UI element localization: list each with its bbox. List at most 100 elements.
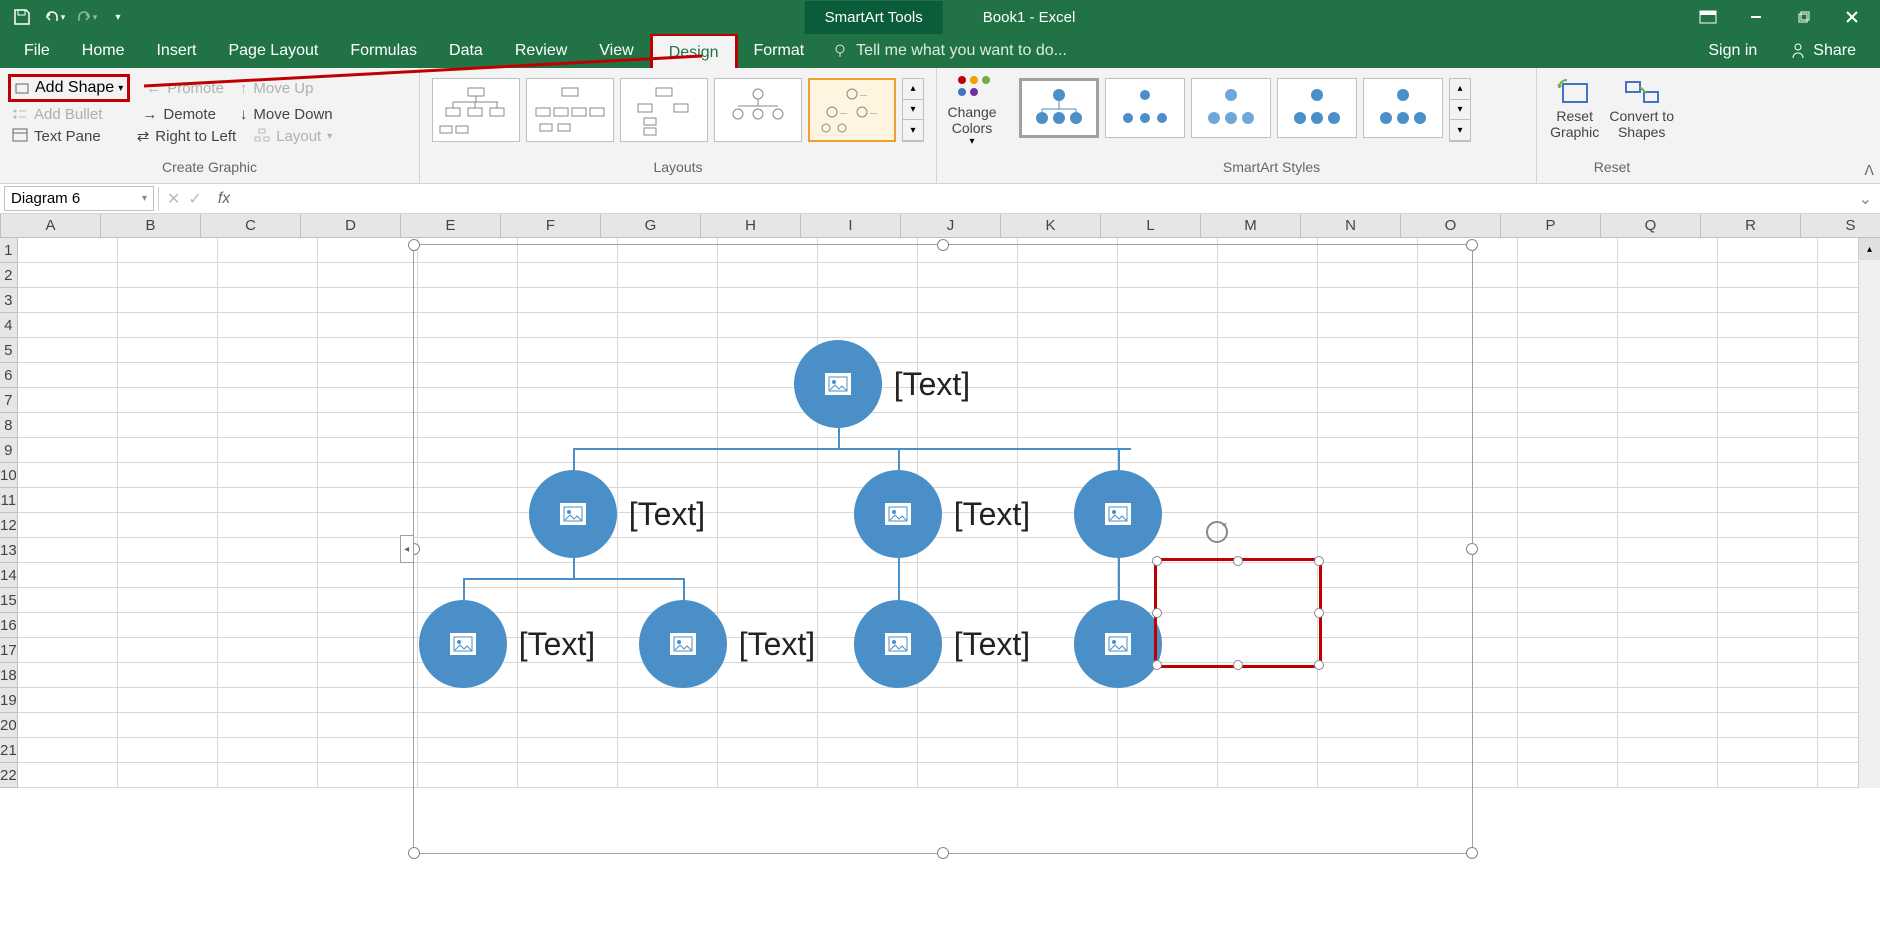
promote-button[interactable]: ← Promote bbox=[146, 80, 224, 97]
smartart-node[interactable] bbox=[1074, 470, 1162, 558]
picture-placeholder-icon[interactable] bbox=[449, 632, 477, 656]
move-down-button[interactable]: ↓ Move Down bbox=[240, 106, 333, 123]
column-header[interactable]: E bbox=[401, 214, 501, 237]
smartart-node[interactable] bbox=[1074, 600, 1162, 688]
resize-handle[interactable] bbox=[1466, 543, 1478, 555]
demote-button[interactable]: → Demote bbox=[142, 106, 216, 123]
column-header[interactable]: B bbox=[101, 214, 201, 237]
restore-icon[interactable] bbox=[1784, 2, 1824, 32]
share-button[interactable]: Share bbox=[1773, 34, 1872, 68]
row-header[interactable]: 11 bbox=[0, 488, 17, 513]
picture-placeholder-icon[interactable] bbox=[884, 502, 912, 526]
row-header[interactable]: 20 bbox=[0, 713, 17, 738]
column-header[interactable]: O bbox=[1401, 214, 1501, 237]
layout-option-4[interactable] bbox=[714, 78, 802, 142]
expand-formula-bar-icon[interactable]: ⌄ bbox=[1851, 189, 1880, 209]
picture-placeholder-icon[interactable] bbox=[1104, 502, 1132, 526]
row-header[interactable]: 22 bbox=[0, 763, 17, 788]
smartart-canvas[interactable]: ◂ [Text][Text][Text][Text][Text][Text] bbox=[413, 244, 1473, 854]
change-colors-button[interactable]: Change Colors ▾ bbox=[937, 68, 1007, 183]
move-up-button[interactable]: ↑ Move Up bbox=[240, 80, 314, 97]
row-header[interactable]: 5 bbox=[0, 338, 17, 363]
column-header[interactable]: R bbox=[1701, 214, 1801, 237]
layout-option-1[interactable] bbox=[432, 78, 520, 142]
styles-gallery-more[interactable]: ▴▾▾ bbox=[1449, 78, 1471, 142]
smartart-node[interactable]: [Text] bbox=[794, 340, 970, 428]
resize-handle[interactable] bbox=[1466, 239, 1478, 251]
rotate-handle-icon[interactable] bbox=[1202, 517, 1232, 547]
column-header[interactable]: H bbox=[701, 214, 801, 237]
column-header[interactable]: L bbox=[1101, 214, 1201, 237]
signin-button[interactable]: Sign in bbox=[1692, 34, 1773, 68]
node-text-placeholder[interactable]: [Text] bbox=[519, 626, 595, 663]
style-option-4[interactable] bbox=[1277, 78, 1357, 138]
smartart-node[interactable]: [Text] bbox=[529, 470, 705, 558]
column-header[interactable]: A bbox=[1, 214, 101, 237]
smartart-node[interactable]: [Text] bbox=[639, 600, 815, 688]
layout-button[interactable]: Layout ▾ bbox=[254, 128, 332, 145]
layouts-gallery-more[interactable]: ▴▾▾ bbox=[902, 78, 924, 142]
undo-icon[interactable]: ▾ bbox=[40, 3, 68, 31]
row-header[interactable]: 1 bbox=[0, 238, 17, 263]
column-header[interactable]: S bbox=[1801, 214, 1880, 237]
fx-icon[interactable]: fx bbox=[210, 190, 238, 208]
node-text-placeholder[interactable]: [Text] bbox=[629, 496, 705, 533]
tab-home[interactable]: Home bbox=[66, 34, 141, 68]
layout-option-5-selected[interactable]: ——— bbox=[808, 78, 896, 142]
resize-handle[interactable] bbox=[408, 847, 420, 859]
redo-icon[interactable]: ▾ bbox=[72, 3, 100, 31]
column-header[interactable]: G bbox=[601, 214, 701, 237]
tab-insert[interactable]: Insert bbox=[140, 34, 212, 68]
column-header[interactable]: C bbox=[201, 214, 301, 237]
node-circle[interactable] bbox=[854, 600, 942, 688]
column-header[interactable]: K bbox=[1001, 214, 1101, 237]
node-circle[interactable] bbox=[1074, 600, 1162, 688]
resize-handle[interactable] bbox=[1152, 660, 1162, 670]
smartart-node[interactable]: [Text] bbox=[419, 600, 595, 688]
column-header[interactable]: I bbox=[801, 214, 901, 237]
resize-handle[interactable] bbox=[1314, 660, 1324, 670]
column-header[interactable]: N bbox=[1301, 214, 1401, 237]
row-header[interactable]: 15 bbox=[0, 588, 17, 613]
node-circle[interactable] bbox=[794, 340, 882, 428]
resize-handle[interactable] bbox=[1152, 556, 1162, 566]
tab-format[interactable]: Format bbox=[738, 34, 821, 68]
column-header[interactable]: F bbox=[501, 214, 601, 237]
node-text-placeholder[interactable]: [Text] bbox=[894, 366, 970, 403]
resize-handle[interactable] bbox=[1233, 660, 1243, 670]
row-header[interactable]: 8 bbox=[0, 413, 17, 438]
picture-placeholder-icon[interactable] bbox=[884, 632, 912, 656]
row-header[interactable]: 6 bbox=[0, 363, 17, 388]
resize-handle[interactable] bbox=[1233, 556, 1243, 566]
resize-handle[interactable] bbox=[1466, 847, 1478, 859]
vertical-scrollbar[interactable]: ▴ bbox=[1858, 238, 1880, 788]
ribbon-display-icon[interactable] bbox=[1688, 2, 1728, 32]
tab-review[interactable]: Review bbox=[499, 34, 583, 68]
tab-view[interactable]: View bbox=[583, 34, 649, 68]
picture-placeholder-icon[interactable] bbox=[669, 632, 697, 656]
close-icon[interactable] bbox=[1832, 2, 1872, 32]
row-header[interactable]: 19 bbox=[0, 688, 17, 713]
picture-placeholder-icon[interactable] bbox=[559, 502, 587, 526]
node-text-placeholder[interactable]: [Text] bbox=[954, 496, 1030, 533]
column-header[interactable]: J bbox=[901, 214, 1001, 237]
tab-data[interactable]: Data bbox=[433, 34, 499, 68]
row-header[interactable]: 18 bbox=[0, 663, 17, 688]
convert-shapes-button[interactable]: Convert to Shapes bbox=[1608, 76, 1675, 140]
qat-customize-icon[interactable]: ▾ bbox=[104, 3, 132, 31]
row-header[interactable]: 3 bbox=[0, 288, 17, 313]
tab-formulas[interactable]: Formulas bbox=[334, 34, 433, 68]
row-header[interactable]: 7 bbox=[0, 388, 17, 413]
column-header[interactable]: D bbox=[301, 214, 401, 237]
style-option-1-selected[interactable] bbox=[1019, 78, 1099, 138]
smartart-node[interactable]: [Text] bbox=[854, 600, 1030, 688]
row-header[interactable]: 4 bbox=[0, 313, 17, 338]
resize-handle[interactable] bbox=[937, 847, 949, 859]
node-text-placeholder[interactable]: [Text] bbox=[739, 626, 815, 663]
column-header[interactable]: Q bbox=[1601, 214, 1701, 237]
resize-handle[interactable] bbox=[1314, 608, 1324, 618]
enter-icon[interactable]: ✓ bbox=[188, 189, 201, 209]
tab-file[interactable]: File bbox=[8, 34, 66, 68]
rtl-button[interactable]: ⇄ Right to Left bbox=[137, 127, 236, 145]
resize-handle[interactable] bbox=[937, 239, 949, 251]
